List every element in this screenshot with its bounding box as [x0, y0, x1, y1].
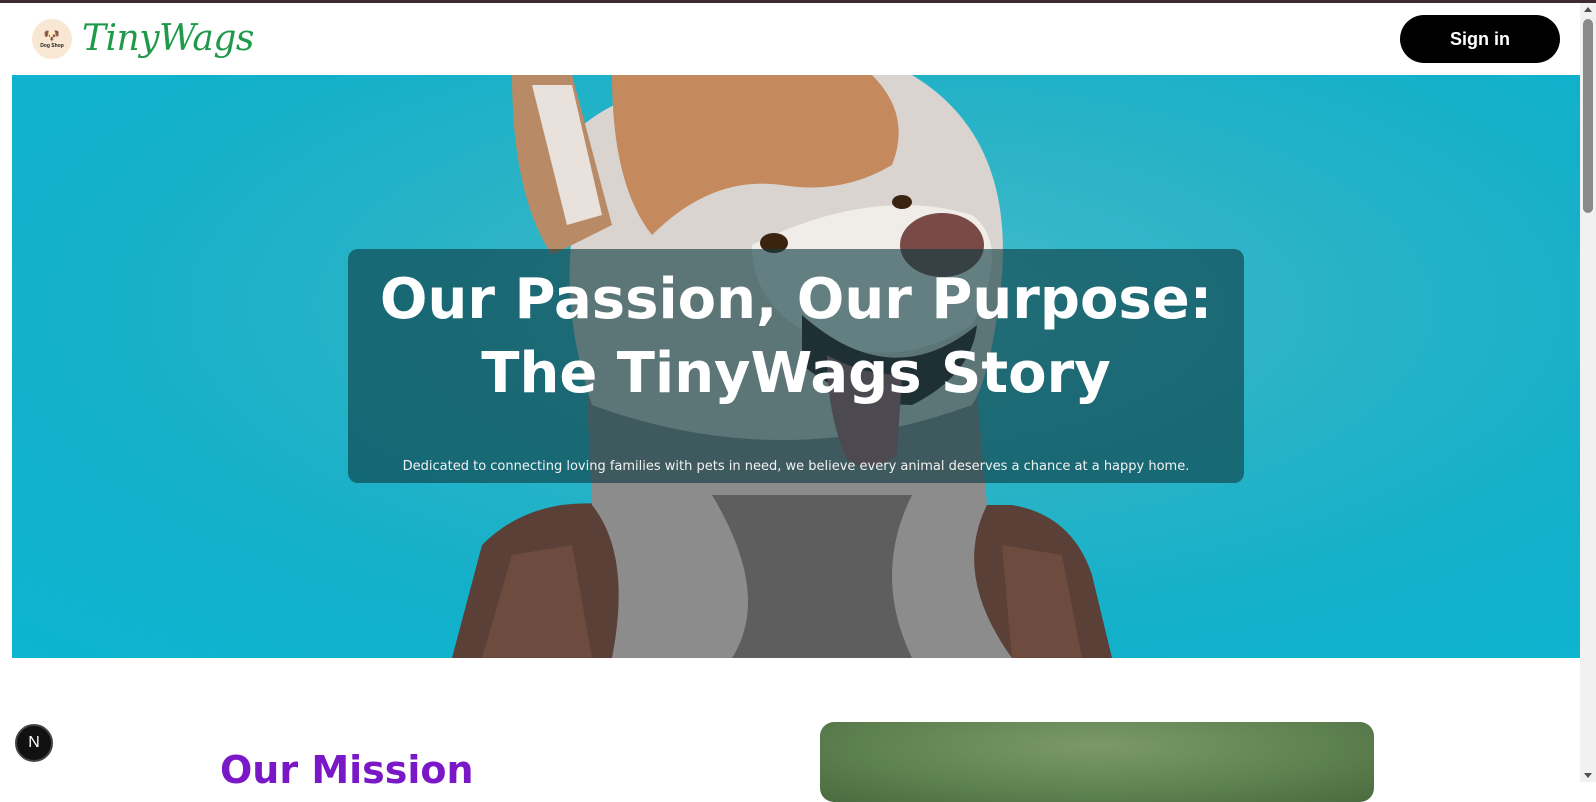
- mission-image: [820, 722, 1374, 802]
- hero-section: Our Passion, Our Purpose: The TinyWags S…: [12, 75, 1580, 658]
- scrollbar-thumb[interactable]: [1583, 19, 1593, 213]
- mission-title: Our Mission: [220, 748, 474, 792]
- scroll-down-icon[interactable]: [1584, 773, 1592, 778]
- hero-overlay-card: Our Passion, Our Purpose: The TinyWags S…: [348, 249, 1244, 483]
- dev-tools-badge[interactable]: N: [15, 724, 53, 762]
- hero-title: Our Passion, Our Purpose: The TinyWags S…: [348, 263, 1244, 411]
- hero-title-line-1: Our Passion, Our Purpose:: [379, 267, 1213, 332]
- brand-name[interactable]: TinyWags: [82, 17, 254, 61]
- page-scrollbar[interactable]: [1580, 3, 1596, 782]
- scroll-up-icon[interactable]: [1584, 7, 1592, 12]
- sign-in-button[interactable]: Sign in: [1400, 15, 1560, 63]
- hero-title-line-2: The TinyWags Story: [481, 341, 1111, 406]
- mission-section: Our Mission: [12, 658, 1580, 802]
- hero-subtitle: Dedicated to connecting loving families …: [402, 459, 1190, 474]
- site-header: 🐶 Dog Shop TinyWags Sign in: [0, 3, 1580, 75]
- dog-logo-icon: 🐶: [43, 28, 61, 44]
- logo-text: Dog Shop: [40, 42, 64, 49]
- logo[interactable]: 🐶 Dog Shop: [32, 19, 72, 59]
